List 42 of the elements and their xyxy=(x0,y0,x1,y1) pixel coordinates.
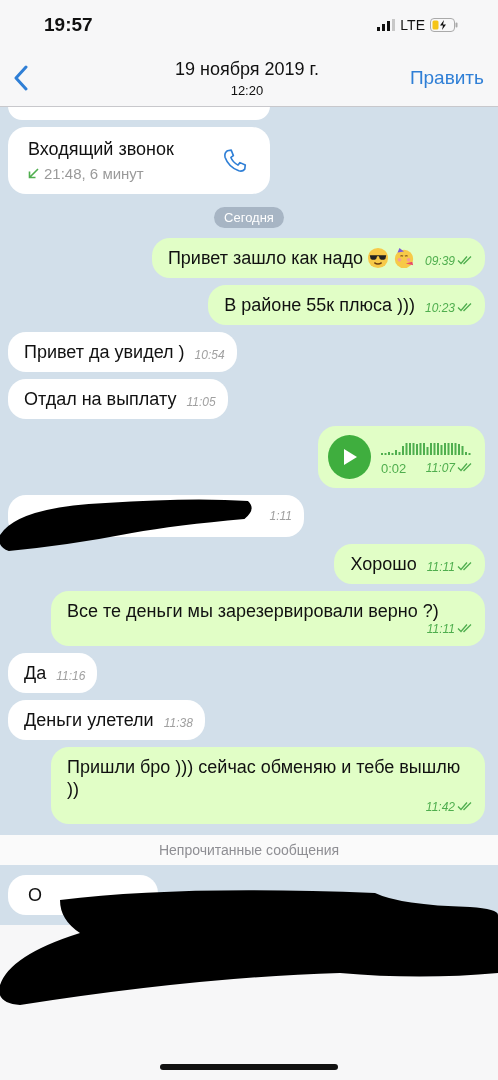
message-text: Привет да увидел ) xyxy=(24,341,185,363)
message-text: Деньги улетели xyxy=(24,709,154,731)
incoming-arrow-icon xyxy=(28,168,39,179)
message-time: 11:42 xyxy=(425,800,455,814)
message-text: В районе 55к плюса ))) xyxy=(224,294,415,316)
call-detail: 21:48, 6 минут xyxy=(44,165,144,182)
signal-icon xyxy=(377,19,396,31)
message-text: Да xyxy=(24,662,47,684)
voice-duration: 0:02 xyxy=(381,460,407,476)
double-check-icon xyxy=(457,461,473,472)
phone-icon[interactable] xyxy=(222,147,248,174)
message-time: 1:11 xyxy=(269,508,292,523)
double-check-icon xyxy=(457,561,473,571)
message-time: 09:39 xyxy=(424,254,455,268)
message-time: 11:05 xyxy=(186,395,216,409)
message-text: Пришли бро ))) сейчас обменяю и тебе вышлю )) xyxy=(67,756,462,800)
message-time: 10:23 xyxy=(424,301,455,315)
call-title: Входящий звонок xyxy=(28,139,174,160)
back-icon xyxy=(14,65,28,91)
message-time: 11:11 xyxy=(426,560,455,574)
message-text: Хорошо xyxy=(350,553,417,575)
status-time: 19:57 xyxy=(44,14,93,36)
date-pill: Сегодня xyxy=(214,207,284,228)
message-time: 10:54 xyxy=(194,348,225,362)
chat-subtitle: 12:20 xyxy=(230,82,264,98)
message-text: О xyxy=(28,884,42,906)
edit-button[interactable]: Править xyxy=(409,67,484,89)
message-text: Все те деньги мы зарезервировали верно ?) xyxy=(67,600,439,622)
double-check-icon xyxy=(457,302,473,312)
message-time: 11:38 xyxy=(163,716,193,730)
message-text: Отдал на выплату xyxy=(24,388,177,410)
double-check-icon xyxy=(457,623,473,633)
play-icon xyxy=(341,448,358,466)
chat-title: 19 ноября 2019 г. xyxy=(174,58,319,80)
double-check-icon xyxy=(457,801,473,811)
message-text: Привет зашло как надо xyxy=(167,247,363,269)
network-label: LTE xyxy=(400,17,425,33)
double-check-icon xyxy=(457,255,473,265)
message-time: 11:16 xyxy=(56,669,86,683)
play-button[interactable] xyxy=(328,435,371,479)
message-time: 11:11 xyxy=(426,622,455,636)
message-time: 11:07 xyxy=(425,460,455,475)
